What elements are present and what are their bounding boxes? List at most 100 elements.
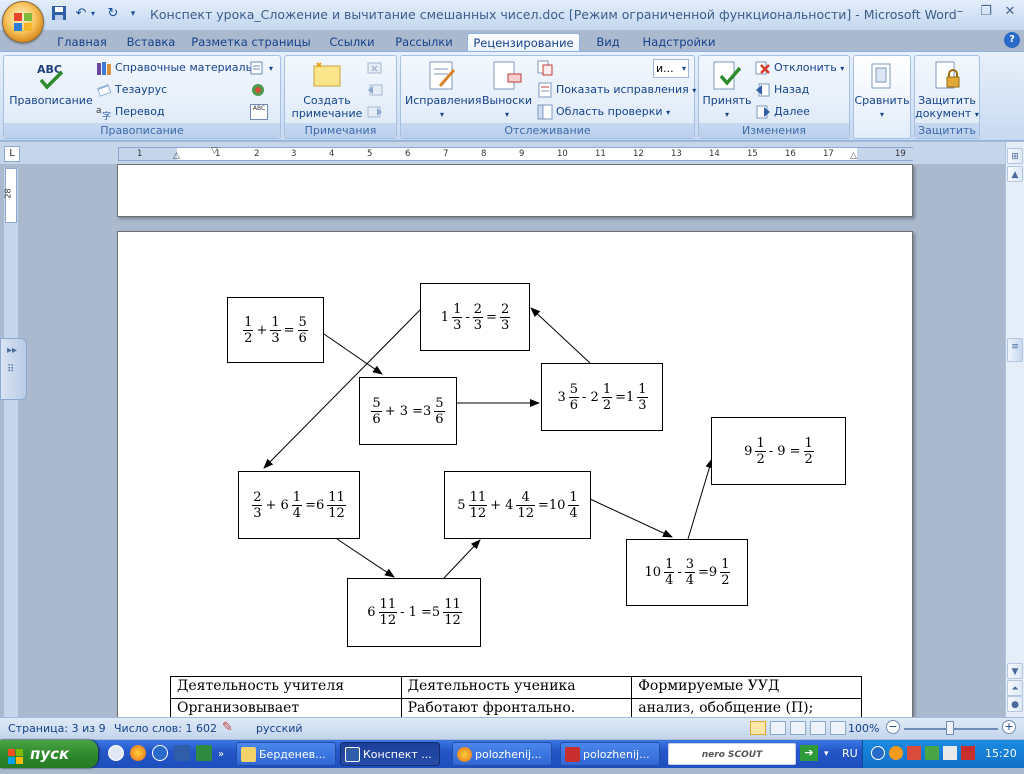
help-icon[interactable]: ? <box>1004 32 1020 48</box>
language-indicator[interactable]: русский <box>256 722 303 735</box>
draft-icon[interactable] <box>830 721 846 735</box>
web-layout-icon[interactable] <box>790 721 806 735</box>
denominator: 3 <box>452 316 463 333</box>
tab-review[interactable]: Рецензирование <box>467 33 580 52</box>
tab-home[interactable]: Главная <box>52 33 112 52</box>
ruler-mark: 10 <box>557 149 568 159</box>
delete-comment-icon[interactable] <box>367 59 386 77</box>
protect-document-button[interactable]: Защитить документ ▾ <box>915 60 979 121</box>
close-button[interactable]: ✕ <box>998 4 1022 22</box>
ruler-mark: 5 <box>367 149 373 159</box>
taskbar-item-folder[interactable]: Берденев... <box>236 742 336 766</box>
spelling-button[interactable]: ABC Правописание <box>8 60 94 107</box>
first-line-indent-icon[interactable]: ▽ <box>211 146 218 156</box>
numerator: 4 <box>521 489 530 505</box>
customize-qat-icon[interactable]: ▾ <box>126 5 140 23</box>
tray-safe-remove-icon[interactable] <box>943 746 957 760</box>
next-comment-icon[interactable] <box>367 103 386 121</box>
word-count-icon[interactable]: ABC <box>250 103 271 121</box>
previous-page-icon[interactable]: ⏶ <box>1007 680 1023 696</box>
research-options-icon[interactable]: ▾ <box>250 59 273 77</box>
page-indicator[interactable]: Страница: 3 из 9 <box>8 722 106 735</box>
tab-page-layout[interactable]: Разметка страницы <box>190 33 312 52</box>
vertical-scrollbar[interactable]: ⊞ ▲ ≡ ▼ ⏶ ● <box>1005 142 1024 717</box>
next-change-button[interactable]: Далее <box>755 103 810 121</box>
ruler-toggle-icon[interactable]: ⊞ <box>1007 148 1023 164</box>
accept-button[interactable]: Принять ▾ <box>701 60 753 121</box>
app-quicklaunch-icon[interactable] <box>196 745 212 761</box>
office-button[interactable] <box>2 1 44 43</box>
track-changes-button[interactable]: Исправления ▾ <box>405 60 481 121</box>
new-comment-button[interactable]: Создать примечание <box>287 60 367 120</box>
show-markup-button[interactable]: Показать исправления ▾ <box>537 81 696 99</box>
compare-button[interactable]: Сравнить ▾ <box>854 60 910 121</box>
language-bar[interactable]: RU <box>842 747 858 760</box>
tab-references[interactable]: Ссылки <box>322 33 382 52</box>
scroll-thumb[interactable]: ≡ <box>1007 338 1023 362</box>
taskbar-item-word[interactable]: Конспект ... <box>340 742 440 766</box>
outline-icon[interactable] <box>810 721 826 735</box>
tab-addins[interactable]: Надстройки <box>638 33 720 52</box>
reject-button[interactable]: Отклонить ▾ <box>755 59 844 77</box>
balloons-button[interactable]: Выноски ▾ <box>479 60 535 121</box>
tray-antivirus-icon[interactable] <box>907 746 921 760</box>
print-layout-icon[interactable] <box>750 721 766 735</box>
zoom-slider-thumb[interactable] <box>946 721 954 735</box>
numerator: 11 <box>469 489 487 505</box>
language-icon[interactable] <box>250 81 269 99</box>
thesaurus-icon <box>96 82 112 98</box>
nero-scout-searchbox[interactable]: nero SCOUT <box>668 743 796 765</box>
scroll-down-icon[interactable]: ▼ <box>1007 663 1023 679</box>
thesaurus-button[interactable]: Тезаурус <box>96 81 167 99</box>
zoom-level[interactable]: 100% <box>848 722 879 735</box>
tab-mailings[interactable]: Рассылки <box>391 33 457 52</box>
ie-quicklaunch-icon[interactable] <box>152 745 168 761</box>
zoom-out-icon[interactable]: − <box>886 720 900 734</box>
final-markup-icon[interactable] <box>537 59 556 77</box>
tray-app-icon[interactable] <box>889 746 903 760</box>
quicklaunch-more-icon[interactable]: » <box>218 749 224 760</box>
ribbon-tabs: Главная Вставка Разметка страницы Ссылки… <box>0 30 1024 52</box>
tray-update-icon[interactable] <box>961 746 975 760</box>
horizontal-ruler[interactable]: 1 1 2 3 4 5 6 7 8 9 10 11 12 13 14 15 16 17 19 ▽ △ △ <box>118 146 913 161</box>
left-indent-icon[interactable]: △ <box>173 151 180 161</box>
side-panel-handle[interactable]: ▸▸ ⠿ <box>0 338 27 400</box>
reviewing-pane-button[interactable]: Область проверки ▾ <box>537 103 670 121</box>
fraction: 23 <box>472 302 484 333</box>
tray-show-hidden-icon[interactable] <box>871 746 885 760</box>
save-icon[interactable] <box>50 5 68 23</box>
group-label-changes: Изменения <box>699 123 849 138</box>
tab-insert[interactable]: Вставка <box>122 33 180 52</box>
show-desktop-icon[interactable] <box>108 745 124 761</box>
translate-button[interactable]: a 字 Перевод <box>96 103 165 122</box>
vertical-ruler[interactable]: 28 <box>4 168 17 223</box>
tab-selector-icon[interactable]: L <box>4 146 20 162</box>
taskbar-item-pdf[interactable]: polozhenij... <box>560 742 660 766</box>
display-for-review-select[interactable]: и... ▾ <box>653 59 689 78</box>
tab-view[interactable]: Вид <box>588 33 628 52</box>
firefox-quicklaunch-icon[interactable] <box>130 745 146 761</box>
full-screen-reading-icon[interactable] <box>770 721 786 735</box>
scroll-up-icon[interactable]: ▲ <box>1007 166 1023 182</box>
clock[interactable]: 15:20 <box>985 747 1017 760</box>
proofing-errors-icon[interactable]: ✎ <box>222 720 233 735</box>
toolbar-menu-icon[interactable]: ▾ <box>824 749 829 759</box>
research-button[interactable]: Справочные материалы <box>96 59 254 77</box>
search-go-icon[interactable]: ➔ <box>800 745 818 761</box>
right-indent-icon[interactable]: △ <box>850 151 857 161</box>
word-count[interactable]: Число слов: 1 602 <box>114 722 217 735</box>
word-quicklaunch-icon[interactable] <box>174 745 190 761</box>
taskbar-item-firefox[interactable]: polozhenij... <box>452 742 552 766</box>
previous-comment-icon[interactable] <box>367 81 386 99</box>
zoom-in-icon[interactable]: + <box>1002 720 1016 734</box>
select-browse-object-icon[interactable]: ● <box>1007 696 1023 712</box>
pdf-icon <box>565 747 580 762</box>
start-button[interactable]: пуск <box>0 740 98 768</box>
restore-button[interactable]: ❐ <box>974 4 998 22</box>
undo-dropdown-icon[interactable]: ▾ <box>88 5 98 23</box>
tray-network-icon[interactable] <box>925 746 939 760</box>
denominator: 4 <box>664 572 675 588</box>
previous-change-button[interactable]: Назад <box>755 81 809 99</box>
redo-icon[interactable]: ↻ <box>104 5 122 23</box>
minimize-button[interactable]: – <box>948 4 972 22</box>
